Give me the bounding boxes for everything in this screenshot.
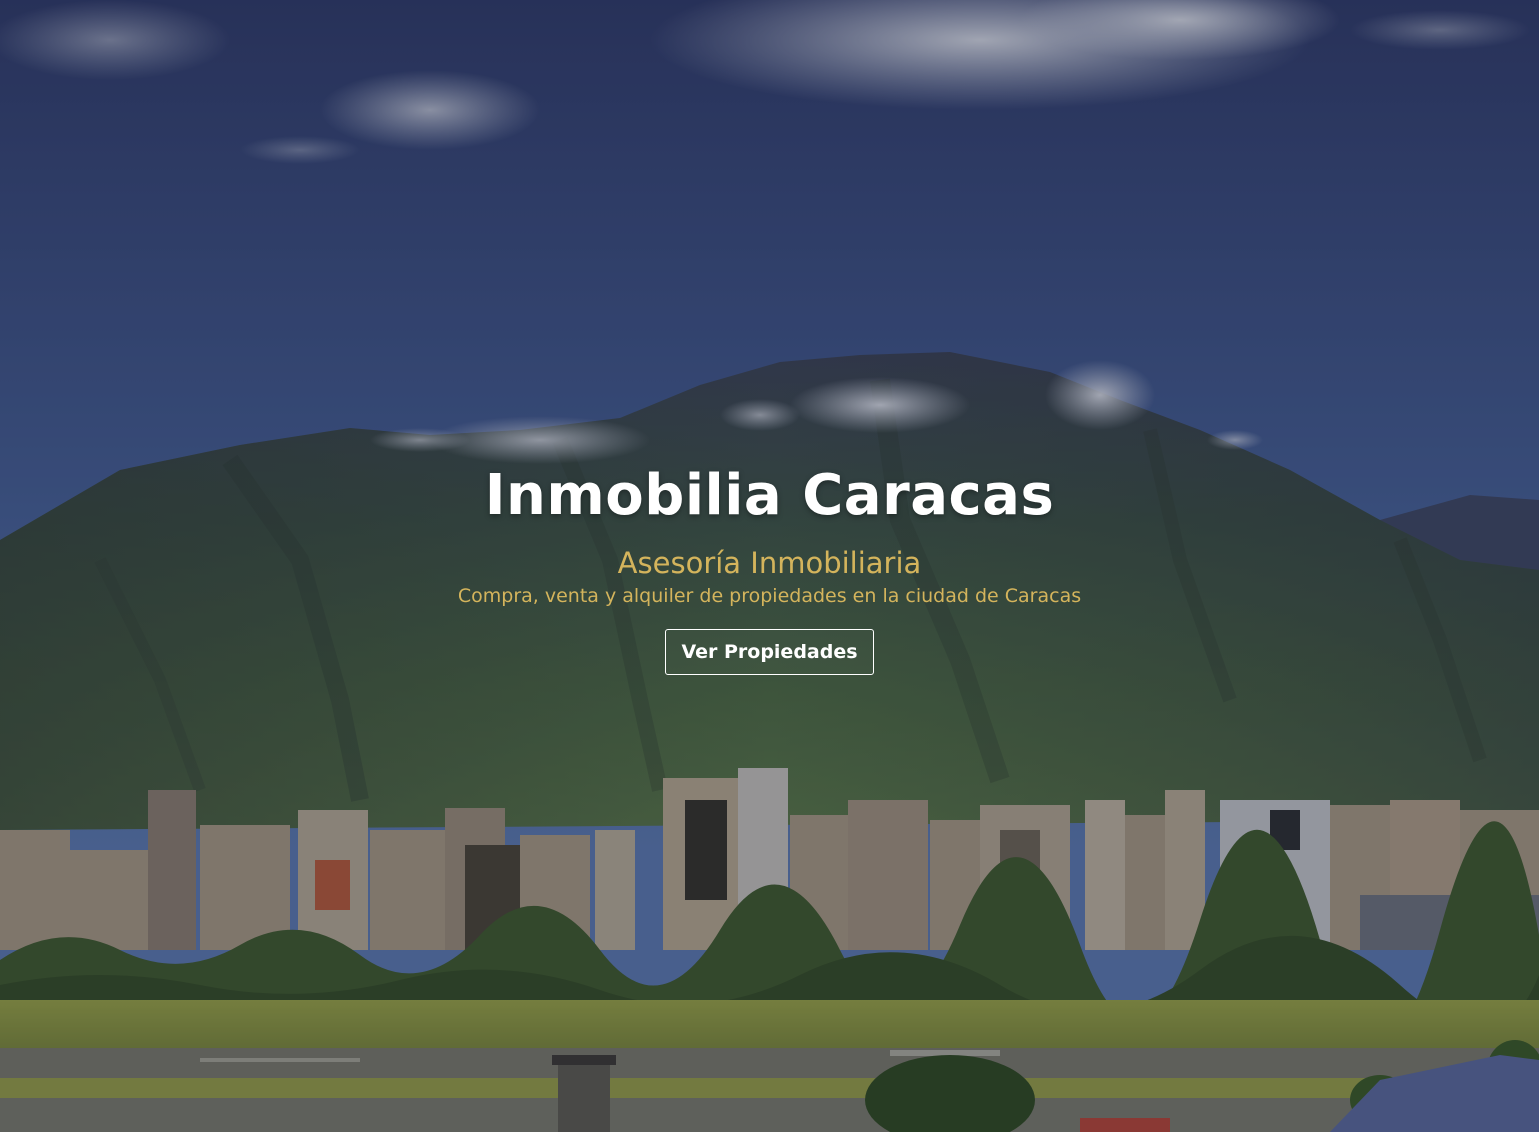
view-properties-button[interactable]: Ver Propiedades	[665, 629, 874, 675]
hero-section: Inmobilia Caracas Asesoría Inmobiliaria …	[0, 0, 1539, 1132]
hero-tagline: Compra, venta y alquiler de propiedades …	[457, 585, 1082, 607]
hero-content: Inmobilia Caracas Asesoría Inmobiliaria …	[0, 458, 1539, 675]
hero-title: Inmobilia Caracas	[484, 463, 1055, 528]
hero-subtitle: Asesoría Inmobiliaria	[617, 546, 922, 580]
